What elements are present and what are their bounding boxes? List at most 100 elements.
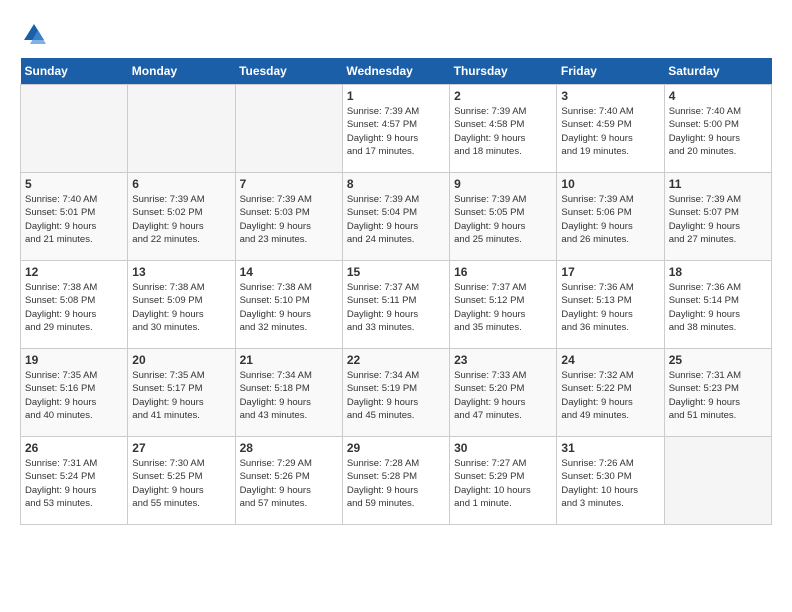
weekday-header-tuesday: Tuesday xyxy=(235,58,342,85)
day-info: Sunrise: 7:38 AM Sunset: 5:08 PM Dayligh… xyxy=(25,281,123,334)
weekday-header-monday: Monday xyxy=(128,58,235,85)
day-info: Sunrise: 7:34 AM Sunset: 5:19 PM Dayligh… xyxy=(347,369,445,422)
day-number: 26 xyxy=(25,441,123,455)
calendar-cell: 13 Sunrise: 7:38 AM Sunset: 5:09 PM Dayli… xyxy=(128,261,235,349)
day-number: 21 xyxy=(240,353,338,367)
calendar-cell: 16 Sunrise: 7:37 AM Sunset: 5:12 PM Dayli… xyxy=(450,261,557,349)
calendar-cell: 2 Sunrise: 7:39 AM Sunset: 4:58 PM Daylig… xyxy=(450,85,557,173)
day-info: Sunrise: 7:36 AM Sunset: 5:13 PM Dayligh… xyxy=(561,281,659,334)
day-number: 27 xyxy=(132,441,230,455)
day-info: Sunrise: 7:39 AM Sunset: 5:04 PM Dayligh… xyxy=(347,193,445,246)
calendar-cell: 4 Sunrise: 7:40 AM Sunset: 5:00 PM Daylig… xyxy=(664,85,771,173)
calendar-body: 1 Sunrise: 7:39 AM Sunset: 4:57 PM Daylig… xyxy=(21,85,772,525)
day-info: Sunrise: 7:40 AM Sunset: 5:01 PM Dayligh… xyxy=(25,193,123,246)
calendar-cell: 30Sunrise: 7:27 AM Sunset: 5:29 PM Dayli… xyxy=(450,437,557,525)
day-number: 9 xyxy=(454,177,552,191)
day-number: 3 xyxy=(561,89,659,103)
day-number: 29 xyxy=(347,441,445,455)
day-number: 24 xyxy=(561,353,659,367)
day-info: Sunrise: 7:39 AM Sunset: 5:07 PM Dayligh… xyxy=(669,193,767,246)
day-info: Sunrise: 7:31 AM Sunset: 5:23 PM Dayligh… xyxy=(669,369,767,422)
calendar-cell: 20 Sunrise: 7:35 AM Sunset: 5:17 PM Dayli… xyxy=(128,349,235,437)
day-info: Sunrise: 7:36 AM Sunset: 5:14 PM Dayligh… xyxy=(669,281,767,334)
weekday-header-saturday: Saturday xyxy=(664,58,771,85)
calendar-week-3: 12Sunrise: 7:38 AM Sunset: 5:08 PM Dayli… xyxy=(21,261,772,349)
day-number: 10 xyxy=(561,177,659,191)
day-number: 2 xyxy=(454,89,552,103)
calendar-cell: 11 Sunrise: 7:39 AM Sunset: 5:07 PM Dayli… xyxy=(664,173,771,261)
calendar-week-4: 19 Sunrise: 7:35 AM Sunset: 5:16 PM Dayli… xyxy=(21,349,772,437)
calendar-cell: 27 Sunrise: 7:30 AM Sunset: 5:25 PM Dayli… xyxy=(128,437,235,525)
calendar-cell: 28Sunrise: 7:29 AM Sunset: 5:26 PM Dayli… xyxy=(235,437,342,525)
day-number: 11 xyxy=(669,177,767,191)
calendar-cell: 10 Sunrise: 7:39 AM Sunset: 5:06 PM Dayli… xyxy=(557,173,664,261)
day-info: Sunrise: 7:38 AM Sunset: 5:10 PM Dayligh… xyxy=(240,281,338,334)
weekday-header-friday: Friday xyxy=(557,58,664,85)
page-header xyxy=(20,20,772,48)
calendar-cell: 31 Sunrise: 7:26 AM Sunset: 5:30 PM Dayli… xyxy=(557,437,664,525)
day-number: 7 xyxy=(240,177,338,191)
calendar-cell: 29Sunrise: 7:28 AM Sunset: 5:28 PM Dayli… xyxy=(342,437,449,525)
calendar-week-2: 5 Sunrise: 7:40 AM Sunset: 5:01 PM Daylig… xyxy=(21,173,772,261)
calendar-cell: 26 Sunrise: 7:31 AM Sunset: 5:24 PM Dayli… xyxy=(21,437,128,525)
calendar-cell: 12Sunrise: 7:38 AM Sunset: 5:08 PM Dayli… xyxy=(21,261,128,349)
calendar-cell xyxy=(235,85,342,173)
day-number: 15 xyxy=(347,265,445,279)
calendar-cell: 23 Sunrise: 7:33 AM Sunset: 5:20 PM Dayli… xyxy=(450,349,557,437)
calendar-cell: 8Sunrise: 7:39 AM Sunset: 5:04 PM Daylig… xyxy=(342,173,449,261)
calendar-cell: 19 Sunrise: 7:35 AM Sunset: 5:16 PM Dayli… xyxy=(21,349,128,437)
calendar-cell: 6Sunrise: 7:39 AM Sunset: 5:02 PM Daylig… xyxy=(128,173,235,261)
calendar-cell xyxy=(128,85,235,173)
day-info: Sunrise: 7:27 AM Sunset: 5:29 PM Dayligh… xyxy=(454,457,552,510)
day-number: 31 xyxy=(561,441,659,455)
calendar-cell xyxy=(664,437,771,525)
day-number: 23 xyxy=(454,353,552,367)
day-number: 18 xyxy=(669,265,767,279)
calendar-cell: 7 Sunrise: 7:39 AM Sunset: 5:03 PM Daylig… xyxy=(235,173,342,261)
calendar-cell: 18 Sunrise: 7:36 AM Sunset: 5:14 PM Dayli… xyxy=(664,261,771,349)
day-info: Sunrise: 7:40 AM Sunset: 5:00 PM Dayligh… xyxy=(669,105,767,158)
day-number: 28 xyxy=(240,441,338,455)
weekday-header-wednesday: Wednesday xyxy=(342,58,449,85)
day-info: Sunrise: 7:39 AM Sunset: 5:06 PM Dayligh… xyxy=(561,193,659,246)
day-info: Sunrise: 7:26 AM Sunset: 5:30 PM Dayligh… xyxy=(561,457,659,510)
calendar-cell: 22 Sunrise: 7:34 AM Sunset: 5:19 PM Dayli… xyxy=(342,349,449,437)
day-number: 25 xyxy=(669,353,767,367)
day-info: Sunrise: 7:37 AM Sunset: 5:12 PM Dayligh… xyxy=(454,281,552,334)
calendar-table: SundayMondayTuesdayWednesdayThursdayFrid… xyxy=(20,58,772,525)
day-info: Sunrise: 7:37 AM Sunset: 5:11 PM Dayligh… xyxy=(347,281,445,334)
day-number: 4 xyxy=(669,89,767,103)
day-info: Sunrise: 7:30 AM Sunset: 5:25 PM Dayligh… xyxy=(132,457,230,510)
day-info: Sunrise: 7:39 AM Sunset: 4:58 PM Dayligh… xyxy=(454,105,552,158)
day-info: Sunrise: 7:39 AM Sunset: 5:03 PM Dayligh… xyxy=(240,193,338,246)
calendar-cell: 15 Sunrise: 7:37 AM Sunset: 5:11 PM Dayli… xyxy=(342,261,449,349)
day-info: Sunrise: 7:39 AM Sunset: 5:05 PM Dayligh… xyxy=(454,193,552,246)
calendar-week-5: 26 Sunrise: 7:31 AM Sunset: 5:24 PM Dayli… xyxy=(21,437,772,525)
day-info: Sunrise: 7:35 AM Sunset: 5:17 PM Dayligh… xyxy=(132,369,230,422)
day-number: 22 xyxy=(347,353,445,367)
day-info: Sunrise: 7:35 AM Sunset: 5:16 PM Dayligh… xyxy=(25,369,123,422)
calendar-cell: 25 Sunrise: 7:31 AM Sunset: 5:23 PM Dayli… xyxy=(664,349,771,437)
day-info: Sunrise: 7:33 AM Sunset: 5:20 PM Dayligh… xyxy=(454,369,552,422)
day-number: 17 xyxy=(561,265,659,279)
day-number: 14 xyxy=(240,265,338,279)
day-number: 5 xyxy=(25,177,123,191)
day-number: 20 xyxy=(132,353,230,367)
calendar-cell: 14 Sunrise: 7:38 AM Sunset: 5:10 PM Dayli… xyxy=(235,261,342,349)
day-info: Sunrise: 7:38 AM Sunset: 5:09 PM Dayligh… xyxy=(132,281,230,334)
day-number: 13 xyxy=(132,265,230,279)
calendar-cell: 17 Sunrise: 7:36 AM Sunset: 5:13 PM Dayli… xyxy=(557,261,664,349)
day-info: Sunrise: 7:31 AM Sunset: 5:24 PM Dayligh… xyxy=(25,457,123,510)
calendar-header: SundayMondayTuesdayWednesdayThursdayFrid… xyxy=(21,58,772,85)
logo xyxy=(20,20,52,48)
day-info: Sunrise: 7:39 AM Sunset: 4:57 PM Dayligh… xyxy=(347,105,445,158)
calendar-week-1: 1 Sunrise: 7:39 AM Sunset: 4:57 PM Daylig… xyxy=(21,85,772,173)
calendar-cell: 5 Sunrise: 7:40 AM Sunset: 5:01 PM Daylig… xyxy=(21,173,128,261)
day-number: 19 xyxy=(25,353,123,367)
logo-icon xyxy=(20,20,48,48)
day-number: 1 xyxy=(347,89,445,103)
weekday-header-row: SundayMondayTuesdayWednesdayThursdayFrid… xyxy=(21,58,772,85)
day-number: 16 xyxy=(454,265,552,279)
calendar-cell: 21Sunrise: 7:34 AM Sunset: 5:18 PM Dayli… xyxy=(235,349,342,437)
day-info: Sunrise: 7:32 AM Sunset: 5:22 PM Dayligh… xyxy=(561,369,659,422)
